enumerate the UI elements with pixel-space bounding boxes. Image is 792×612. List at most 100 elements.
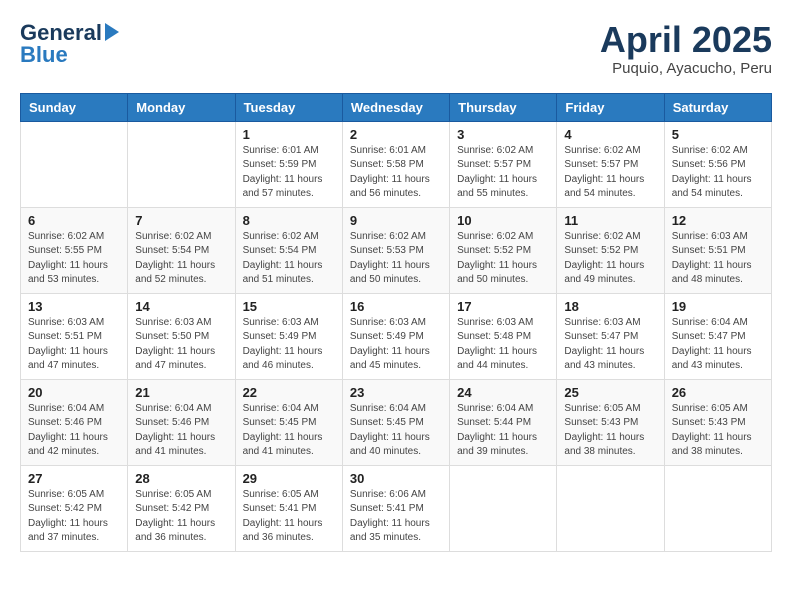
day-detail: Sunrise: 6:03 AM Sunset: 5:50 PM Dayligh… [135, 316, 227, 374]
day-detail: Sunrise: 6:03 AM Sunset: 5:49 PM Dayligh… [350, 316, 442, 374]
month-title: April 2025 [600, 20, 772, 60]
day-number: 8 [243, 213, 335, 228]
day-detail: Sunrise: 6:01 AM Sunset: 5:58 PM Dayligh… [350, 144, 442, 202]
day-detail: Sunrise: 6:03 AM Sunset: 5:49 PM Dayligh… [243, 316, 335, 374]
day-detail: Sunrise: 6:06 AM Sunset: 5:41 PM Dayligh… [350, 488, 442, 546]
day-number: 3 [457, 127, 549, 142]
calendar-cell: 28 Sunrise: 6:05 AM Sunset: 5:42 PM Dayli… [128, 465, 235, 551]
calendar-cell: 7Sunrise: 6:02 AM Sunset: 5:54 PM Daylig… [128, 207, 235, 293]
day-number: 13 [28, 299, 120, 314]
calendar-cell: 10 Sunrise: 6:02 AM Sunset: 5:52 PM Dayli… [450, 207, 557, 293]
calendar-cell: 11 Sunrise: 6:02 AM Sunset: 5:52 PM Dayli… [557, 207, 664, 293]
calendar-cell: 5 Sunrise: 6:02 AM Sunset: 5:56 PM Daylig… [664, 121, 771, 207]
calendar-cell: 6 Sunrise: 6:02 AM Sunset: 5:55 PM Daylig… [21, 207, 128, 293]
day-number: 2 [350, 127, 442, 142]
calendar-cell: 17Sunrise: 6:03 AM Sunset: 5:48 PM Dayli… [450, 293, 557, 379]
day-detail: Sunrise: 6:03 AM Sunset: 5:47 PM Dayligh… [564, 316, 656, 374]
calendar-header-friday: Friday [557, 93, 664, 121]
calendar-cell: 1 Sunrise: 6:01 AM Sunset: 5:59 PM Daylig… [235, 121, 342, 207]
location-title: Puquio, Ayacucho, Peru [600, 60, 772, 77]
calendar-cell: 2 Sunrise: 6:01 AM Sunset: 5:58 PM Daylig… [342, 121, 449, 207]
title-block: April 2025 Puquio, Ayacucho, Peru [600, 20, 772, 77]
calendar-cell: 21 Sunrise: 6:04 AM Sunset: 5:46 PM Dayli… [128, 379, 235, 465]
day-detail: Sunrise: 6:02 AM Sunset: 5:53 PM Dayligh… [350, 230, 442, 288]
day-number: 16 [350, 299, 442, 314]
day-detail: Sunrise: 6:02 AM Sunset: 5:56 PM Dayligh… [672, 144, 764, 202]
calendar-cell: 9Sunrise: 6:02 AM Sunset: 5:53 PM Daylig… [342, 207, 449, 293]
calendar-cell: 22 Sunrise: 6:04 AM Sunset: 5:45 PM Dayli… [235, 379, 342, 465]
day-number: 1 [243, 127, 335, 142]
day-number: 28 [135, 471, 227, 486]
day-number: 7 [135, 213, 227, 228]
day-number: 5 [672, 127, 764, 142]
day-detail: Sunrise: 6:02 AM Sunset: 5:52 PM Dayligh… [457, 230, 549, 288]
calendar-cell: 16 Sunrise: 6:03 AM Sunset: 5:49 PM Dayli… [342, 293, 449, 379]
logo-blue: Blue [20, 42, 119, 68]
day-detail: Sunrise: 6:04 AM Sunset: 5:45 PM Dayligh… [350, 402, 442, 460]
day-detail: Sunrise: 6:02 AM Sunset: 5:57 PM Dayligh… [457, 144, 549, 202]
day-number: 22 [243, 385, 335, 400]
calendar-cell: 18 Sunrise: 6:03 AM Sunset: 5:47 PM Dayli… [557, 293, 664, 379]
calendar-cell [21, 121, 128, 207]
calendar-cell: 3 Sunrise: 6:02 AM Sunset: 5:57 PM Daylig… [450, 121, 557, 207]
calendar-cell [128, 121, 235, 207]
calendar-cell: 25 Sunrise: 6:05 AM Sunset: 5:43 PM Dayli… [557, 379, 664, 465]
day-number: 20 [28, 385, 120, 400]
day-detail: Sunrise: 6:03 AM Sunset: 5:51 PM Dayligh… [28, 316, 120, 374]
day-number: 27 [28, 471, 120, 486]
logo-arrow-icon [105, 23, 119, 41]
day-detail: Sunrise: 6:02 AM Sunset: 5:52 PM Dayligh… [564, 230, 656, 288]
day-detail: Sunrise: 6:04 AM Sunset: 5:46 PM Dayligh… [135, 402, 227, 460]
day-number: 10 [457, 213, 549, 228]
day-detail: Sunrise: 6:01 AM Sunset: 5:59 PM Dayligh… [243, 144, 335, 202]
day-number: 21 [135, 385, 227, 400]
calendar-cell: 26Sunrise: 6:05 AM Sunset: 5:43 PM Dayli… [664, 379, 771, 465]
day-number: 4 [564, 127, 656, 142]
calendar-header-saturday: Saturday [664, 93, 771, 121]
calendar-week-row: 13 Sunrise: 6:03 AM Sunset: 5:51 PM Dayli… [21, 293, 772, 379]
day-detail: Sunrise: 6:04 AM Sunset: 5:45 PM Dayligh… [243, 402, 335, 460]
day-number: 24 [457, 385, 549, 400]
calendar-cell: 13 Sunrise: 6:03 AM Sunset: 5:51 PM Dayli… [21, 293, 128, 379]
calendar-cell: 15 Sunrise: 6:03 AM Sunset: 5:49 PM Dayli… [235, 293, 342, 379]
day-detail: Sunrise: 6:05 AM Sunset: 5:42 PM Dayligh… [28, 488, 120, 546]
day-number: 25 [564, 385, 656, 400]
calendar-cell: 30 Sunrise: 6:06 AM Sunset: 5:41 PM Dayli… [342, 465, 449, 551]
day-number: 12 [672, 213, 764, 228]
day-detail: Sunrise: 6:04 AM Sunset: 5:47 PM Dayligh… [672, 316, 764, 374]
day-number: 11 [564, 213, 656, 228]
day-detail: Sunrise: 6:05 AM Sunset: 5:42 PM Dayligh… [135, 488, 227, 546]
calendar-header-row: SundayMondayTuesdayWednesdayThursdayFrid… [21, 93, 772, 121]
calendar-week-row: 6 Sunrise: 6:02 AM Sunset: 5:55 PM Daylig… [21, 207, 772, 293]
day-detail: Sunrise: 6:05 AM Sunset: 5:43 PM Dayligh… [564, 402, 656, 460]
day-number: 18 [564, 299, 656, 314]
day-detail: Sunrise: 6:05 AM Sunset: 5:41 PM Dayligh… [243, 488, 335, 546]
calendar-header-wednesday: Wednesday [342, 93, 449, 121]
day-detail: Sunrise: 6:02 AM Sunset: 5:55 PM Dayligh… [28, 230, 120, 288]
day-detail: Sunrise: 6:02 AM Sunset: 5:54 PM Dayligh… [243, 230, 335, 288]
day-number: 29 [243, 471, 335, 486]
calendar-cell [557, 465, 664, 551]
day-detail: Sunrise: 6:05 AM Sunset: 5:43 PM Dayligh… [672, 402, 764, 460]
calendar-table: SundayMondayTuesdayWednesdayThursdayFrid… [20, 93, 772, 552]
calendar-header-monday: Monday [128, 93, 235, 121]
calendar-cell: 27 Sunrise: 6:05 AM Sunset: 5:42 PM Dayli… [21, 465, 128, 551]
day-number: 6 [28, 213, 120, 228]
day-number: 19 [672, 299, 764, 314]
day-number: 23 [350, 385, 442, 400]
day-number: 17 [457, 299, 549, 314]
calendar-cell: 14 Sunrise: 6:03 AM Sunset: 5:50 PM Dayli… [128, 293, 235, 379]
day-detail: Sunrise: 6:03 AM Sunset: 5:51 PM Dayligh… [672, 230, 764, 288]
logo: General Blue [20, 20, 119, 68]
calendar-cell: 4Sunrise: 6:02 AM Sunset: 5:57 PM Daylig… [557, 121, 664, 207]
calendar-week-row: 20 Sunrise: 6:04 AM Sunset: 5:46 PM Dayli… [21, 379, 772, 465]
day-number: 30 [350, 471, 442, 486]
page-header: General Blue April 2025 Puquio, Ayacucho… [20, 20, 772, 77]
calendar-cell: 12 Sunrise: 6:03 AM Sunset: 5:51 PM Dayli… [664, 207, 771, 293]
calendar-header-tuesday: Tuesday [235, 93, 342, 121]
calendar-header-thursday: Thursday [450, 93, 557, 121]
day-number: 14 [135, 299, 227, 314]
calendar-cell: 23 Sunrise: 6:04 AM Sunset: 5:45 PM Dayli… [342, 379, 449, 465]
day-number: 15 [243, 299, 335, 314]
day-detail: Sunrise: 6:04 AM Sunset: 5:44 PM Dayligh… [457, 402, 549, 460]
